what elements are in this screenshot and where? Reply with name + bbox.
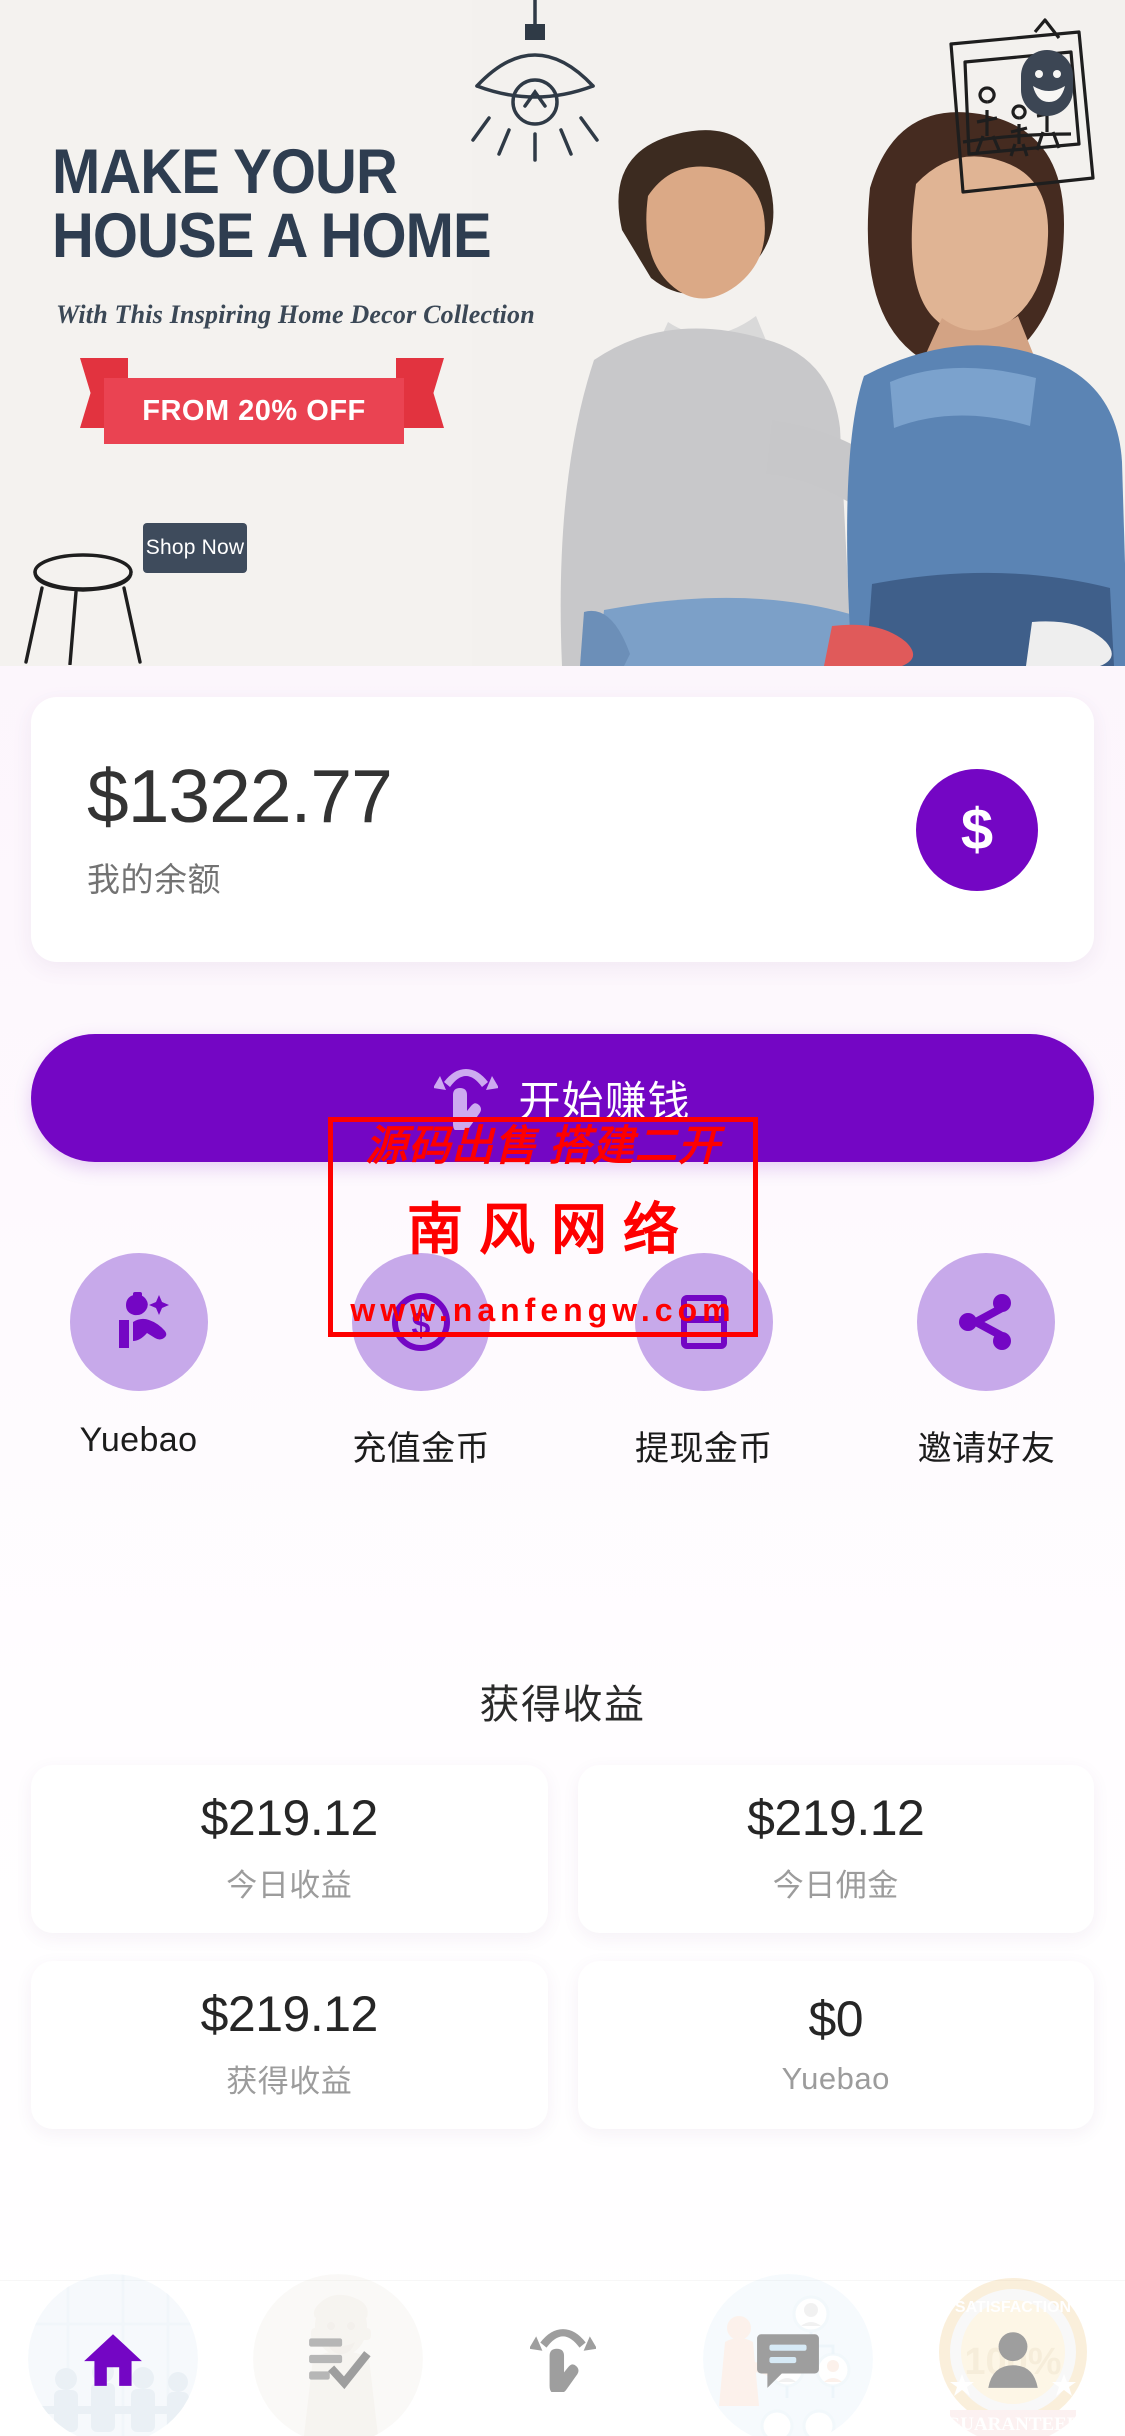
quick-actions-row: Yuebao $ 充值金币 提现金币 邀请好友 [31,1253,1094,1470]
earnings-value: $219.12 [200,1986,379,2042]
earnings-card[interactable]: $219.12 今日佣金 [577,1765,1094,1933]
quick-action-icon-wrap [917,1253,1056,1391]
earnings-grid: $219.12 今日收益 $219.12 今日佣金 $219.12 获得收益 $… [31,1765,1094,2129]
dollar-circle-icon: $ [392,1293,451,1351]
card-icon [680,1295,727,1349]
start-earning-button[interactable]: 开始赚钱 [31,1034,1094,1162]
balance-card[interactable]: $1322.77 我的余额 $ [31,697,1094,962]
photo-frame-doodle-icon [949,18,1095,194]
start-earning-label: 开始赚钱 [518,1077,691,1125]
quick-action-icon-wrap: $ [352,1253,491,1391]
app-screen: MAKE YOUR HOUSE A HOME With This Inspiri… [0,0,1125,2436]
nav-item-home[interactable] [0,2273,225,2436]
nav-item-profile[interactable]: 100% SATISFACTION GUARANTEED [900,2277,1125,2436]
quick-action-withdraw[interactable]: 提现金币 [596,1253,811,1470]
quick-action-icon-wrap [634,1253,773,1391]
earnings-card[interactable]: $0 Yuebao [577,1961,1094,2129]
earnings-label: Yuebao [781,2060,890,2096]
quick-action-label: 邀请好友 [917,1430,1056,1468]
watermark-line2: 南风网络 [407,1200,695,1262]
chat-icon [756,2333,819,2388]
quick-action-label: 提现金币 [635,1430,773,1468]
earnings-section-title: 获得收益 [479,1683,646,1727]
discount-ribbon: FROM 20% OFF [104,378,404,444]
stool-doodle-icon [24,553,142,665]
hand-swipe-icon [529,2328,596,2392]
banner-subtitle: With This Inspiring Home Decor Collectio… [56,300,535,329]
balance-amount: $1322.77 [87,753,393,838]
balance-text-group: $1322.77 我的余额 [87,753,393,901]
earnings-value: $219.12 [200,1790,379,1846]
quick-action-yuebao[interactable]: Yuebao [31,1253,246,1470]
earnings-label: 今日佣金 [772,1868,899,1903]
hand-coin-icon [118,1292,169,1348]
dollar-badge-icon[interactable]: $ [916,768,1038,891]
svg-text:SATISFACTION: SATISFACTION [954,2299,1070,2316]
earnings-card[interactable]: $219.12 获得收益 [31,1961,548,2129]
svg-text:$: $ [412,1306,431,1344]
nav-item-earn[interactable] [450,2281,675,2436]
hand-swipe-icon [434,1069,499,1130]
svg-text:GUARANTEED: GUARANTEED [945,2414,1080,2435]
bottom-navigation: 100% SATISFACTION GUARANTEED [0,2273,1125,2436]
banner-headline-line2: HOUSE A HOME [52,201,492,272]
person-icon [987,2331,1038,2388]
checklist-icon [308,2337,371,2389]
quick-action-label: Yuebao [79,1421,198,1459]
earnings-value: $0 [808,1990,864,2047]
home-icon [83,2333,142,2386]
share-icon [959,1294,1012,1350]
earnings-card[interactable]: $219.12 今日收益 [31,1765,548,1933]
nav-item-team[interactable] [675,2273,900,2436]
quick-action-label: 充值金币 [352,1430,490,1468]
banner-headline: MAKE YOUR HOUSE A HOME [52,140,494,269]
earnings-value: $219.12 [747,1790,925,1846]
quick-action-invite[interactable]: 邀请好友 [879,1253,1094,1470]
earnings-label: 今日收益 [226,1868,353,1903]
quick-action-recharge[interactable]: $ 充值金币 [314,1253,529,1470]
shop-now-button[interactable]: Shop Now [143,523,247,573]
promo-banner[interactable]: MAKE YOUR HOUSE A HOME With This Inspiri… [0,0,1125,666]
quick-action-icon-wrap [69,1253,208,1391]
balance-label: 我的余额 [87,860,221,898]
earnings-label: 获得收益 [226,2064,353,2099]
banner-headline-line1: MAKE YOUR [52,137,398,207]
nav-item-tasks[interactable] [225,2273,450,2436]
